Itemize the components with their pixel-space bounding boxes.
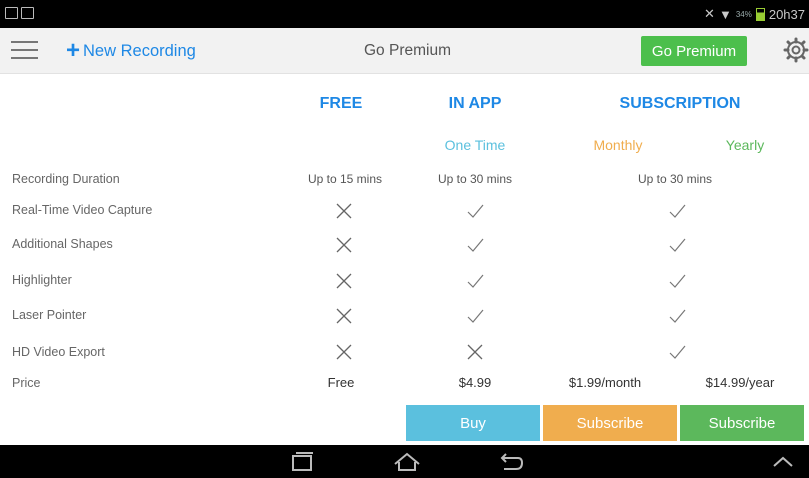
screenshot-icon bbox=[5, 7, 18, 19]
in-app-hd-export-cross-icon bbox=[467, 344, 483, 360]
recording-duration-label: Recording Duration bbox=[12, 172, 120, 186]
subscription-realtime-capture-check-icon bbox=[669, 204, 686, 218]
subscription-highlighter-check-icon bbox=[669, 274, 686, 288]
buy-button[interactable]: Buy bbox=[406, 405, 540, 441]
clock: 20h37 bbox=[768, 6, 805, 22]
app-bar: + New Recording Go Premium Go Premium bbox=[0, 28, 809, 74]
subscribe-monthly-button[interactable]: Subscribe bbox=[543, 405, 677, 441]
mute-icon: ✕ bbox=[704, 6, 715, 21]
yearly-label: Yearly bbox=[725, 137, 765, 153]
home-icon[interactable] bbox=[392, 451, 422, 473]
monthly-label: Monthly bbox=[593, 137, 643, 153]
page-title: Go Premium bbox=[364, 42, 451, 59]
in-app-laser-pointer-check-icon bbox=[467, 309, 484, 323]
go-premium-button[interactable]: Go Premium bbox=[641, 36, 747, 66]
free-laser-pointer-cross-icon bbox=[336, 308, 352, 324]
wifi-icon: ▼ bbox=[718, 6, 732, 22]
laser-pointer-label: Laser Pointer bbox=[12, 308, 87, 322]
subscription-hd-export-check-icon bbox=[669, 345, 686, 359]
subscription-laser-pointer-check-icon bbox=[669, 309, 686, 323]
subscription-additional-shapes-check-icon bbox=[669, 238, 686, 252]
recent-apps-icon[interactable] bbox=[290, 451, 316, 473]
in-app-price: $4.99 bbox=[458, 375, 492, 390]
realtime-capture-label: Real-Time Video Capture bbox=[12, 203, 153, 217]
navigation-bar bbox=[0, 445, 809, 478]
free-realtime-capture-cross-icon bbox=[336, 203, 352, 219]
free-highlighter-cross-icon bbox=[336, 273, 352, 289]
chevron-up-icon[interactable] bbox=[770, 451, 796, 473]
hd-export-label: HD Video Export bbox=[12, 345, 105, 359]
in-app-recording-duration: Up to 30 mins bbox=[437, 172, 513, 186]
battery-icon bbox=[755, 7, 765, 21]
in-app-realtime-capture-check-icon bbox=[467, 204, 484, 218]
monthly-price: $1.99/month bbox=[568, 375, 642, 390]
battery-percent: 34% bbox=[735, 9, 752, 19]
free-column-header: FREE bbox=[319, 95, 363, 112]
subscription-column-header: SUBSCRIPTION bbox=[619, 95, 741, 112]
highlighter-label: Highlighter bbox=[12, 273, 72, 287]
in-app-column-header: IN APP bbox=[448, 95, 502, 112]
one-time-label: One Time bbox=[444, 137, 506, 153]
additional-shapes-label: Additional Shapes bbox=[12, 237, 113, 251]
in-app-highlighter-check-icon bbox=[467, 274, 484, 288]
back-icon[interactable] bbox=[498, 451, 524, 473]
price-label: Price bbox=[12, 376, 41, 390]
free-additional-shapes-cross-icon bbox=[336, 237, 352, 253]
gear-icon[interactable] bbox=[783, 37, 809, 63]
free-recording-duration: Up to 15 mins bbox=[307, 172, 383, 186]
yearly-price: $14.99/year bbox=[705, 375, 775, 390]
new-recording-label: New Recording bbox=[83, 41, 196, 60]
gallery-icon bbox=[21, 7, 34, 19]
in-app-additional-shapes-check-icon bbox=[467, 238, 484, 252]
plus-icon: + bbox=[66, 37, 81, 64]
free-price: Free bbox=[327, 375, 355, 390]
free-hd-export-cross-icon bbox=[336, 344, 352, 360]
status-bar: ✕ ▼ 34% 20h37 bbox=[0, 0, 809, 28]
hamburger-icon[interactable] bbox=[11, 41, 38, 61]
subscribe-yearly-button[interactable]: Subscribe bbox=[680, 405, 804, 441]
subscription-recording-duration: Up to 30 mins bbox=[637, 172, 713, 186]
new-recording-button[interactable]: + New Recording bbox=[66, 39, 196, 63]
